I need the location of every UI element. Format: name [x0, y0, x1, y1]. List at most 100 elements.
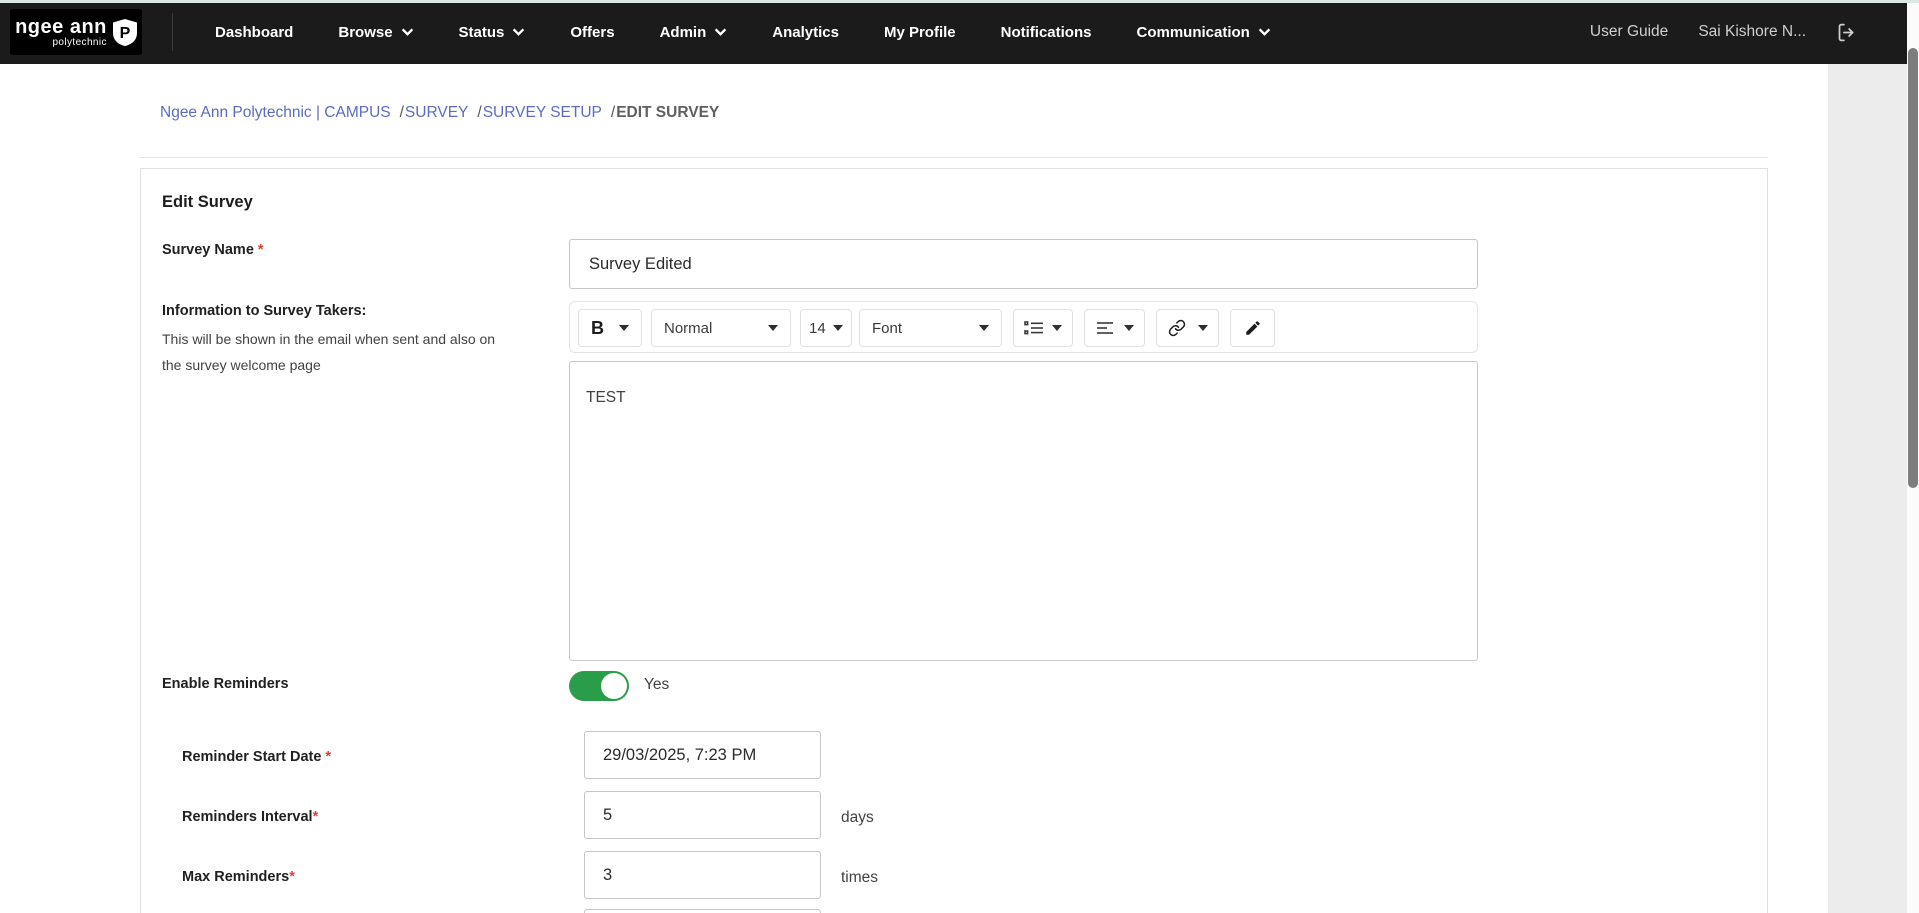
info-helper-line1: This will be shown in the email when sen…: [162, 331, 495, 347]
nav-item-analytics[interactable]: Analytics: [772, 24, 839, 41]
ngee-ann-logo[interactable]: ngee ann polytechnic P: [10, 9, 142, 55]
nav-divider: [172, 13, 173, 51]
info-helper-line2: the survey welcome page: [162, 357, 321, 373]
next-field-input-partial[interactable]: [584, 909, 821, 913]
max-reminders-label-text: Max Reminders: [182, 869, 289, 885]
link-dropdown-button[interactable]: [1156, 309, 1219, 347]
align-lines-icon: [1095, 319, 1115, 337]
breadcrumb-separator: /: [400, 104, 404, 122]
max-reminders-label: Max Reminders*: [182, 869, 295, 885]
nav-item-label: Dashboard: [215, 24, 293, 41]
link-icon: [1167, 319, 1187, 337]
enable-reminders-toggle[interactable]: [569, 671, 629, 701]
nav-item-my-profile[interactable]: My Profile: [884, 24, 956, 41]
nav-item-admin[interactable]: Admin: [660, 24, 728, 41]
reminder-start-date-input[interactable]: 29/03/2025, 7:23 PM: [584, 731, 821, 779]
logo-text: ngee ann polytechnic: [15, 17, 107, 48]
align-dropdown-button[interactable]: [1084, 309, 1145, 347]
breadcrumb-separator: /: [477, 104, 481, 122]
chevron-down-icon: [1258, 28, 1271, 36]
toggle-state-label: Yes: [644, 676, 669, 694]
chevron-down-icon: [401, 28, 414, 36]
edit-survey-card: Edit Survey Survey Name* Survey Edited I…: [140, 168, 1768, 913]
font-family-dropdown[interactable]: Font: [859, 309, 1002, 347]
chevron-down-icon: [714, 28, 727, 36]
caret-down-icon: [1052, 325, 1062, 331]
max-reminders-value: 3: [603, 866, 612, 885]
info-label: Information to Survey Takers:: [162, 303, 366, 319]
edit-survey-page: ngee ann polytechnic P Dashboard Browse …: [0, 0, 1919, 913]
breadcrumb-root-link[interactable]: Ngee Ann Polytechnic | CAMPUS: [160, 104, 391, 122]
survey-name-label-text: Survey Name: [162, 242, 254, 258]
reminder-start-date-label: Reminder Start Date*: [182, 749, 331, 765]
survey-name-value: Survey Edited: [589, 255, 692, 274]
pencil-tool-button[interactable]: [1230, 309, 1275, 347]
caret-down-icon: [1124, 325, 1134, 331]
survey-name-input[interactable]: Survey Edited: [569, 239, 1478, 289]
nav-item-browse[interactable]: Browse: [338, 24, 413, 41]
max-reminders-input[interactable]: 3: [584, 851, 821, 899]
np-shield-icon: P: [113, 19, 137, 46]
nav-item-label: Offers: [570, 24, 614, 41]
reminders-interval-input[interactable]: 5: [584, 791, 821, 839]
bold-dropdown-button[interactable]: B: [578, 309, 642, 347]
max-reminders-suffix: times: [841, 869, 878, 887]
svg-text:P: P: [120, 25, 131, 42]
paragraph-style-dropdown[interactable]: Normal: [651, 309, 791, 347]
caret-down-icon: [1198, 325, 1208, 331]
nav-item-label: My Profile: [884, 24, 956, 41]
nav-item-label: Notifications: [1001, 24, 1092, 41]
font-size-value: 14: [809, 320, 826, 337]
nav-item-communication[interactable]: Communication: [1136, 24, 1270, 41]
nav-item-label: Browse: [338, 24, 392, 41]
logout-icon[interactable]: [1836, 22, 1857, 43]
page-title: Edit Survey: [162, 193, 253, 212]
reminder-start-date-label-text: Reminder Start Date: [182, 749, 321, 765]
nav-item-notifications[interactable]: Notifications: [1001, 24, 1092, 41]
breadcrumb-separator: /: [611, 104, 615, 122]
nav-item-label: Communication: [1136, 24, 1249, 41]
list-dropdown-button[interactable]: [1013, 309, 1073, 347]
paragraph-style-value: Normal: [664, 320, 712, 337]
caret-down-icon: [768, 325, 778, 331]
bulleted-list-icon: [1024, 319, 1044, 337]
font-family-value: Font: [872, 320, 902, 337]
top-navbar: ngee ann polytechnic P Dashboard Browse …: [0, 0, 1907, 64]
pencil-icon: [1243, 319, 1263, 337]
caret-down-icon: [619, 325, 629, 331]
reminders-interval-value: 5: [603, 806, 612, 825]
reminders-interval-label: Reminders Interval*: [182, 809, 318, 825]
bold-label: B: [591, 318, 604, 339]
nav-right-group: User Guide Sai Kishore N...: [1590, 22, 1857, 43]
editor-text: TEST: [586, 389, 626, 406]
caret-down-icon: [833, 325, 843, 331]
nav-item-offers[interactable]: Offers: [570, 24, 614, 41]
logo-line2: polytechnic: [52, 38, 106, 48]
required-asterisk: *: [258, 242, 264, 258]
editor-textarea[interactable]: TEST: [569, 361, 1478, 661]
survey-name-label: Survey Name*: [162, 242, 264, 258]
editor-toolbar: B Normal 14 Font: [569, 301, 1478, 353]
nav-item-label: Admin: [660, 24, 707, 41]
toggle-knob: [601, 673, 627, 699]
reminder-start-date-value: 29/03/2025, 7:23 PM: [603, 746, 756, 765]
breadcrumb-survey-setup-link[interactable]: SURVEY SETUP: [483, 104, 602, 122]
reminders-interval-label-text: Reminders Interval: [182, 809, 313, 825]
chevron-down-icon: [512, 28, 525, 36]
right-gutter: [1828, 64, 1907, 913]
font-size-dropdown[interactable]: 14: [800, 309, 852, 347]
breadcrumb: Ngee Ann Polytechnic | CAMPUS / SURVEY /…: [160, 104, 719, 122]
breadcrumb-survey-link[interactable]: SURVEY: [405, 104, 468, 122]
nav-item-status[interactable]: Status: [459, 24, 526, 41]
page-scrollbar-thumb[interactable]: [1908, 48, 1918, 488]
page-scrollbar-track[interactable]: [1907, 0, 1919, 913]
required-asterisk: *: [289, 869, 295, 885]
user-guide-link[interactable]: User Guide: [1590, 23, 1668, 41]
nav-item-dashboard[interactable]: Dashboard: [215, 24, 293, 41]
content-divider: [140, 157, 1768, 158]
window-top-edge: [0, 0, 1919, 3]
current-user-name[interactable]: Sai Kishore N...: [1698, 23, 1806, 41]
nav-item-label: Status: [459, 24, 505, 41]
reminders-interval-suffix: days: [841, 809, 874, 827]
caret-down-icon: [979, 325, 989, 331]
